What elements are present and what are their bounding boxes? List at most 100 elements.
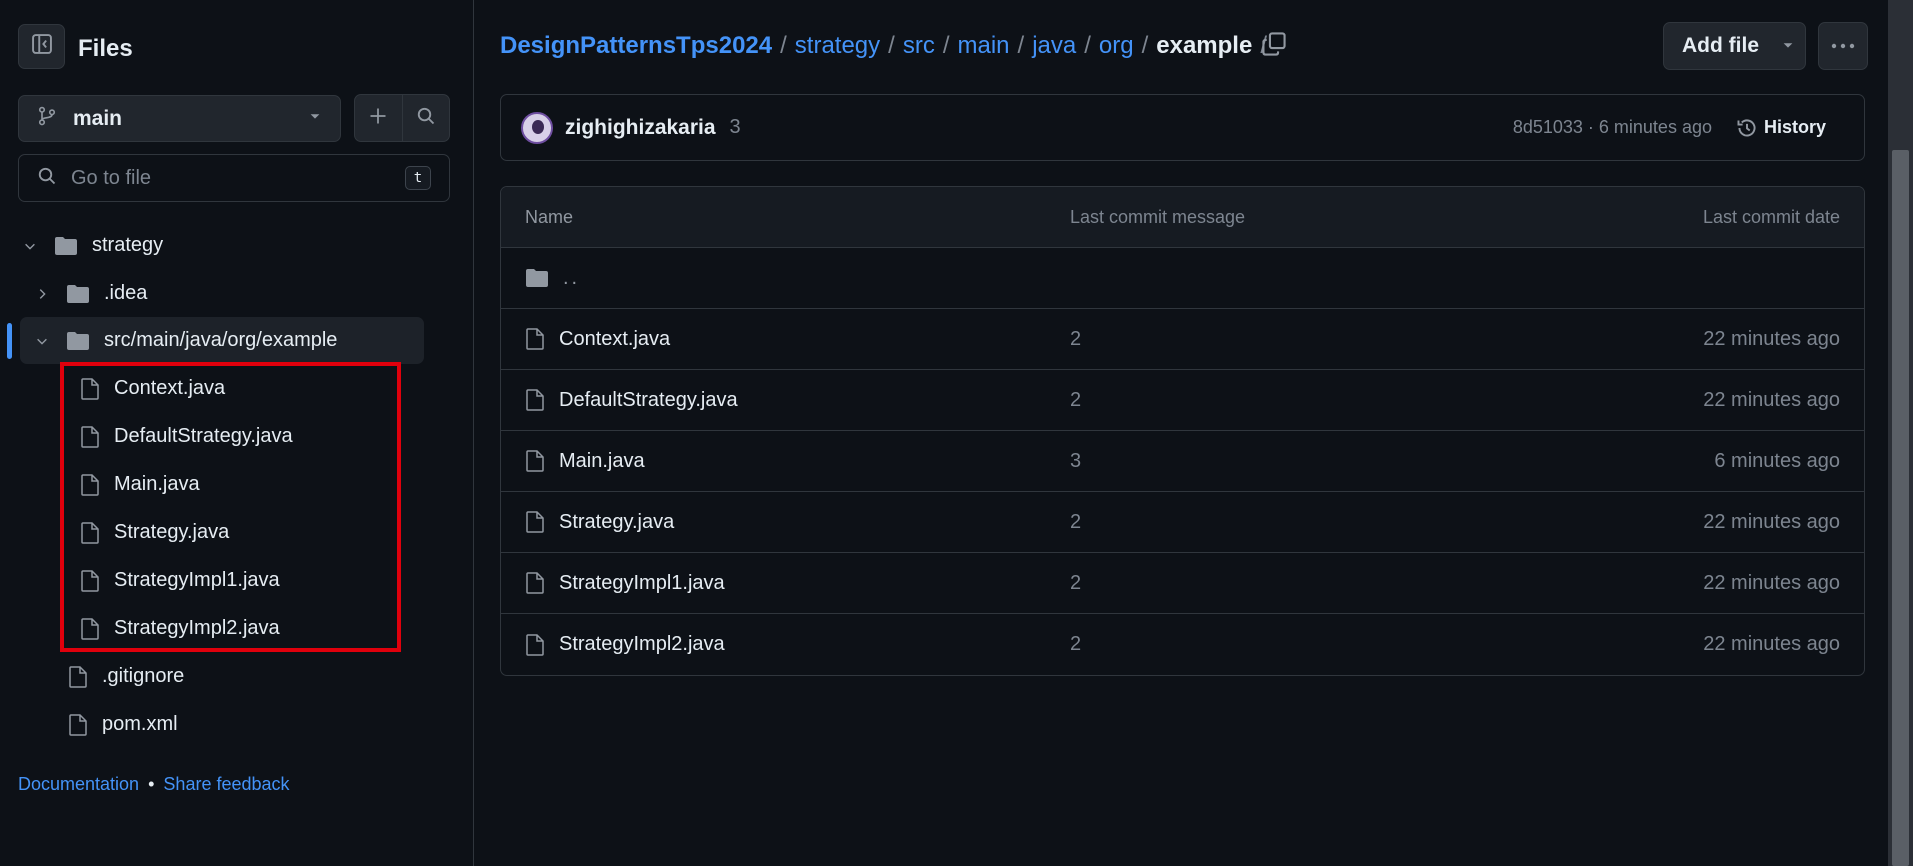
tree-item-strategy[interactable]: strategy	[20, 222, 163, 269]
commit-count: 3	[729, 116, 741, 138]
breadcrumb-repo-link[interactable]: DesignPatternsTps2024	[500, 32, 772, 60]
commit-author[interactable]: zighighizakaria	[565, 116, 716, 140]
table-row[interactable]: StrategyImpl2.java 2 22 minutes ago	[501, 614, 1864, 675]
copy-path-button[interactable]	[1258, 30, 1290, 62]
history-icon	[1736, 117, 1758, 139]
documentation-link[interactable]: Documentation	[18, 774, 139, 794]
tree-item-label: strategy	[92, 234, 164, 256]
chevron-right-icon	[32, 287, 52, 301]
tree-actions	[354, 94, 450, 142]
scrollbar-thumb[interactable]	[1892, 150, 1909, 866]
highlight-annotation-box	[60, 362, 401, 652]
tree-item-label: src/main/java/org/example	[104, 329, 338, 351]
tree-item-gitignore[interactable]: .gitignore	[68, 653, 184, 700]
breadcrumb-separator: /	[1141, 32, 1149, 59]
more-options-button[interactable]	[1818, 22, 1868, 70]
file-name-link[interactable]: StrategyImpl1.java	[559, 572, 725, 595]
file-name-link[interactable]: DefaultStrategy.java	[559, 389, 738, 412]
column-header-date: Last commit date	[1702, 206, 1840, 227]
file-name-link[interactable]: StrategyImpl2.java	[559, 633, 725, 656]
search-icon	[37, 166, 57, 191]
breadcrumb-link-main[interactable]: main	[958, 32, 1010, 60]
file-icon	[68, 713, 88, 736]
file-icon	[68, 665, 88, 688]
triangle-down-icon	[1781, 34, 1795, 58]
keyboard-shortcut-hint: t	[405, 166, 431, 190]
breadcrumb-link-strategy[interactable]: strategy	[795, 32, 880, 60]
main-content: DesignPatternsTps2024 / strategy / src /…	[475, 0, 1888, 866]
table-row[interactable]: DefaultStrategy.java 2 22 minutes ago	[501, 370, 1864, 431]
search-icon	[416, 106, 436, 131]
git-branch-icon	[37, 106, 57, 131]
folder-open-icon	[66, 331, 90, 351]
add-file-button[interactable]	[355, 95, 402, 141]
add-file-button[interactable]: Add file	[1663, 22, 1806, 70]
branch-selector[interactable]: main	[18, 95, 341, 142]
breadcrumb-link-java[interactable]: java	[1032, 32, 1076, 60]
sidebar-footer: Documentation • Share feedback	[18, 774, 290, 795]
file-icon	[525, 511, 545, 533]
parent-directory-link[interactable]: ..	[563, 267, 580, 290]
file-table: Name Last commit message Last commit dat…	[500, 186, 1865, 676]
tree-item-label: .gitignore	[102, 665, 185, 687]
breadcrumb: DesignPatternsTps2024 / strategy / src /…	[500, 32, 1275, 60]
commit-message-link[interactable]: 3	[1070, 450, 1580, 473]
sidebar-title: Files	[78, 35, 133, 62]
file-name-link[interactable]: Main.java	[559, 450, 645, 473]
search-files-button[interactable]	[401, 95, 449, 141]
commit-meta[interactable]: 8d51033 · 6 minutes ago	[1513, 117, 1712, 138]
commit-date: 22 minutes ago	[1703, 510, 1840, 533]
history-button[interactable]: History	[1736, 117, 1826, 139]
file-name-link[interactable]: Strategy.java	[559, 511, 674, 534]
go-to-file-input[interactable]: Go to file t	[18, 154, 450, 202]
file-icon	[525, 450, 545, 472]
tree-item-pom-xml[interactable]: pom.xml	[68, 701, 178, 748]
triangle-down-icon	[308, 109, 322, 128]
commit-message-link[interactable]: 2	[1070, 328, 1580, 351]
file-tree-sidebar: Files main Go to file t strategy .idea s…	[0, 0, 474, 866]
breadcrumb-link-src[interactable]: src	[903, 32, 935, 60]
folder-open-icon	[54, 236, 78, 256]
add-file-label: Add file	[1682, 34, 1759, 57]
commit-date: 22 minutes ago	[1703, 327, 1840, 350]
avatar[interactable]	[521, 111, 553, 144]
footer-separator: •	[148, 774, 155, 794]
tree-item-label: pom.xml	[102, 713, 178, 735]
share-feedback-link[interactable]: Share feedback	[163, 774, 289, 794]
chevron-down-icon	[32, 334, 52, 348]
folder-icon	[66, 284, 90, 304]
search-placeholder: Go to file	[71, 166, 152, 189]
file-name-link[interactable]: Context.java	[559, 328, 670, 351]
copy-icon	[1261, 31, 1287, 62]
commit-message-link[interactable]: 2	[1070, 389, 1580, 412]
breadcrumb-link-org[interactable]: org	[1099, 32, 1134, 60]
tree-item-src-main-java-org-example[interactable]: src/main/java/org/example	[20, 317, 424, 364]
column-header-message: Last commit message	[1070, 206, 1246, 227]
commit-message-link[interactable]: 2	[1070, 511, 1580, 534]
tree-item-label: .idea	[104, 282, 148, 304]
page-scrollbar[interactable]	[1888, 0, 1913, 866]
table-row[interactable]: Main.java 3 6 minutes ago	[501, 431, 1864, 492]
file-icon	[525, 572, 545, 594]
table-row[interactable]: Context.java 2 22 minutes ago	[501, 309, 1864, 370]
sidebar-collapse-button[interactable]	[18, 24, 65, 69]
file-icon	[525, 328, 545, 350]
commit-message-link[interactable]: 2	[1070, 572, 1580, 595]
plus-icon	[368, 106, 388, 131]
tree-item-idea[interactable]: .idea	[32, 270, 147, 317]
file-icon	[525, 389, 545, 411]
sidebar-collapse-icon	[31, 33, 53, 60]
table-row-parent-directory[interactable]: ..	[501, 248, 1864, 309]
commit-message-link[interactable]: 2	[1070, 633, 1580, 656]
breadcrumb-separator: /	[942, 32, 950, 59]
latest-commit-bar: zighighizakaria 3 8d51033 · 6 minutes ag…	[500, 94, 1865, 161]
chevron-down-icon	[20, 239, 40, 253]
breadcrumb-separator: /	[780, 32, 787, 59]
file-icon	[525, 633, 545, 656]
breadcrumb-separator: /	[1017, 32, 1025, 59]
history-label: History	[1763, 117, 1826, 137]
table-row[interactable]: Strategy.java 2 22 minutes ago	[501, 492, 1864, 553]
breadcrumb-separator: /	[888, 32, 895, 59]
table-row[interactable]: StrategyImpl1.java 2 22 minutes ago	[501, 553, 1864, 614]
breadcrumb-current: example	[1156, 32, 1253, 59]
